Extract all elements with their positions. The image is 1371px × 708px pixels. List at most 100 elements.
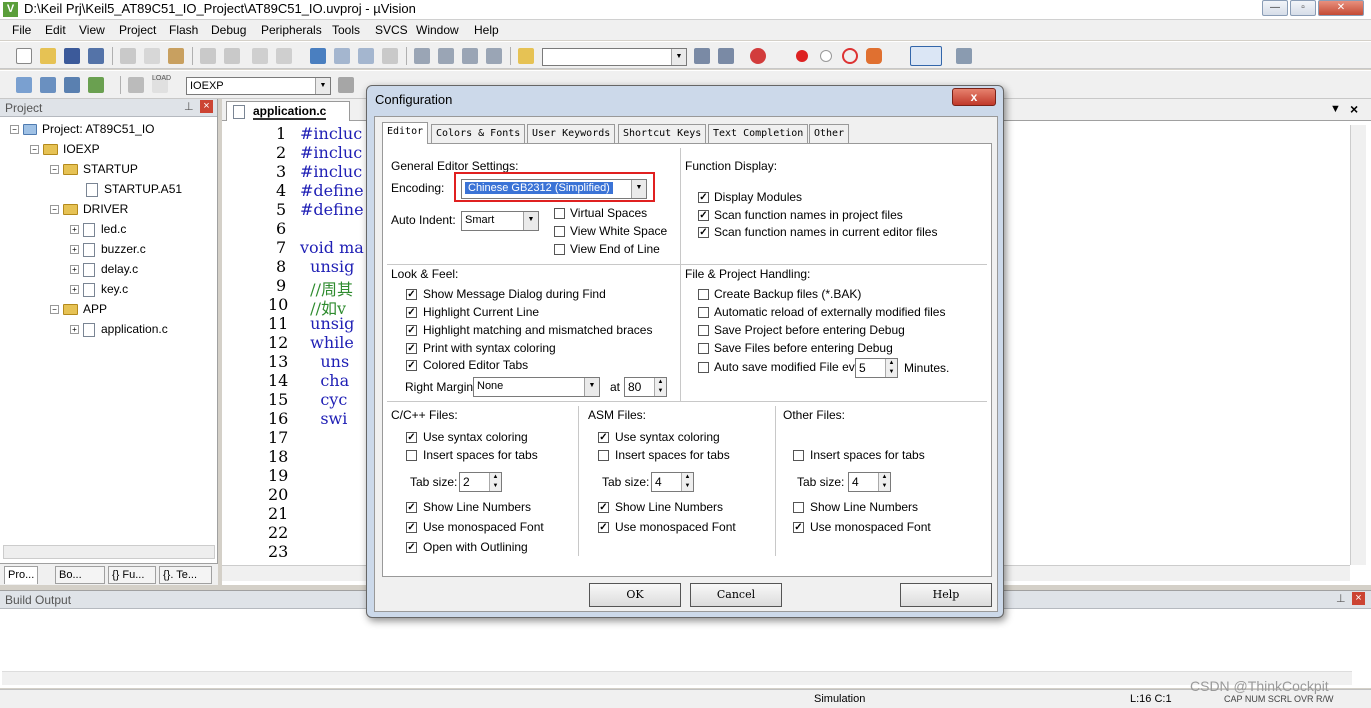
menu-file[interactable]: File: [12, 23, 31, 37]
spin-up-icon[interactable]: ▲: [654, 378, 666, 387]
find-icon[interactable]: [694, 48, 710, 64]
pin-icon[interactable]: ⊥: [184, 100, 194, 113]
ok-button[interactable]: OK: [589, 583, 681, 607]
clear-bookmarks-icon[interactable]: [382, 48, 398, 64]
expand-icon[interactable]: +: [70, 265, 79, 275]
collapse-icon[interactable]: −: [30, 145, 39, 155]
tab-shortcut-keys[interactable]: Shortcut Keys: [618, 124, 707, 143]
navigate-forward-icon[interactable]: [276, 48, 292, 64]
tree-file[interactable]: STARTUP.A51: [86, 182, 182, 197]
asm-insert-spaces-checkbox[interactable]: [598, 450, 609, 461]
tab-project[interactable]: Pro...: [4, 566, 39, 584]
spin-down-icon[interactable]: ▼: [489, 482, 501, 491]
redo-icon[interactable]: [224, 48, 240, 64]
other-line-numbers-checkbox[interactable]: [793, 502, 804, 513]
expand-icon[interactable]: +: [70, 325, 79, 335]
tab-functions[interactable]: {} Fu...: [108, 566, 156, 584]
view-end-of-line-checkbox[interactable]: [554, 244, 565, 255]
menu-debug[interactable]: Debug: [211, 23, 246, 37]
tree-group-startup[interactable]: − STARTUP: [50, 162, 138, 176]
asm-monospaced-checkbox[interactable]: ✓: [598, 522, 609, 533]
rebuild-icon[interactable]: [64, 77, 80, 93]
kill-breakpoints-icon[interactable]: [866, 48, 882, 64]
menu-edit[interactable]: Edit: [45, 23, 66, 37]
breakpoint-icon[interactable]: [796, 50, 808, 62]
other-insert-spaces-checkbox[interactable]: [793, 450, 804, 461]
clear-breakpoints-icon[interactable]: [842, 48, 858, 64]
expand-icon[interactable]: +: [70, 285, 79, 295]
code-line[interactable]: unsig: [300, 314, 354, 333]
new-file-icon[interactable]: [16, 48, 32, 64]
build-icon[interactable]: [40, 77, 56, 93]
tree-file[interactable]: + application.c: [70, 322, 168, 337]
target-options-icon[interactable]: [338, 77, 354, 93]
spin-down-icon[interactable]: ▼: [654, 387, 666, 396]
batch-build-icon[interactable]: [88, 77, 104, 93]
spin-up-icon[interactable]: ▲: [885, 359, 897, 368]
menu-project[interactable]: Project: [119, 23, 156, 37]
indent-icon[interactable]: [414, 48, 430, 64]
horizontal-scrollbar[interactable]: [3, 545, 215, 559]
tab-editor[interactable]: Editor: [382, 122, 429, 144]
tree-group-app[interactable]: − APP: [50, 302, 107, 316]
cut-icon[interactable]: [120, 48, 136, 64]
incremental-find-icon[interactable]: [718, 48, 734, 64]
tab-text-completion[interactable]: Text Completion: [708, 124, 809, 143]
spin-up-icon[interactable]: ▲: [681, 473, 693, 482]
expand-icon[interactable]: +: [70, 245, 79, 255]
tree-file[interactable]: + key.c: [70, 282, 128, 297]
unindent-icon[interactable]: [438, 48, 454, 64]
tree-file[interactable]: + led.c: [70, 222, 126, 237]
spin-down-icon[interactable]: ▼: [681, 482, 693, 491]
encoding-select[interactable]: Chinese GB2312 (Simplified) ▼: [461, 179, 647, 199]
paste-icon[interactable]: [168, 48, 184, 64]
debug-session-icon[interactable]: [750, 48, 766, 64]
undo-icon[interactable]: [200, 48, 216, 64]
cpp-line-numbers-checkbox[interactable]: ✓: [406, 502, 417, 513]
stop-build-icon[interactable]: [128, 77, 144, 93]
tab-dropdown-icon[interactable]: ▼: [1330, 103, 1341, 115]
window-layout-icon[interactable]: [910, 46, 942, 66]
close-panel-icon[interactable]: ×: [1352, 592, 1365, 605]
tab-user-keywords[interactable]: User Keywords: [527, 124, 616, 143]
code-line[interactable]: swi: [300, 409, 347, 428]
code-line[interactable]: void ma: [300, 238, 364, 257]
dialog-close-button[interactable]: x: [952, 88, 996, 106]
spin-up-icon[interactable]: ▲: [878, 473, 890, 482]
next-bookmark-icon[interactable]: [358, 48, 374, 64]
copy-icon[interactable]: [144, 48, 160, 64]
pin-icon[interactable]: ⊥: [1336, 592, 1346, 605]
highlight-current-line-checkbox[interactable]: ✓: [406, 307, 417, 318]
collapse-icon[interactable]: −: [10, 125, 19, 135]
code-line[interactable]: cha: [300, 371, 349, 390]
create-backup-checkbox[interactable]: [698, 289, 709, 300]
right-margin-select[interactable]: None ▼: [473, 377, 600, 397]
colored-editor-tabs-checkbox[interactable]: ✓: [406, 360, 417, 371]
virtual-spaces-checkbox[interactable]: [554, 208, 565, 219]
other-tab-size-spinner[interactable]: 4 ▲ ▼: [848, 472, 891, 492]
load-icon[interactable]: LOAD: [152, 75, 171, 93]
chevron-down-icon[interactable]: ▼: [584, 378, 599, 396]
tab-books[interactable]: Bo...: [55, 566, 105, 584]
cpp-insert-spaces-checkbox[interactable]: [406, 450, 417, 461]
code-line[interactable]: cyc: [300, 390, 347, 409]
collapse-icon[interactable]: −: [50, 205, 59, 215]
close-panel-icon[interactable]: ×: [200, 100, 213, 113]
cpp-outlining-checkbox[interactable]: ✓: [406, 542, 417, 553]
close-tab-icon[interactable]: ×: [1350, 101, 1358, 117]
tab-other[interactable]: Other: [809, 124, 850, 143]
minimize-button[interactable]: —: [1262, 0, 1288, 16]
chevron-down-icon[interactable]: ▼: [523, 212, 538, 230]
navigate-back-icon[interactable]: [252, 48, 268, 64]
save-icon[interactable]: [64, 48, 80, 64]
tab-templates[interactable]: {}. Te...: [159, 566, 212, 584]
code-line[interactable]: #define: [300, 200, 364, 219]
tree-target[interactable]: − IOEXP: [30, 142, 100, 156]
menu-tools[interactable]: Tools: [332, 23, 360, 37]
code-line[interactable]: #incluc: [300, 124, 362, 143]
code-line[interactable]: while: [300, 333, 354, 352]
chevron-down-icon[interactable]: ▼: [631, 180, 646, 198]
collapse-icon[interactable]: −: [50, 165, 59, 175]
output-horizontal-scrollbar[interactable]: [2, 671, 1352, 685]
auto-indent-select[interactable]: Smart ▼: [461, 211, 539, 231]
